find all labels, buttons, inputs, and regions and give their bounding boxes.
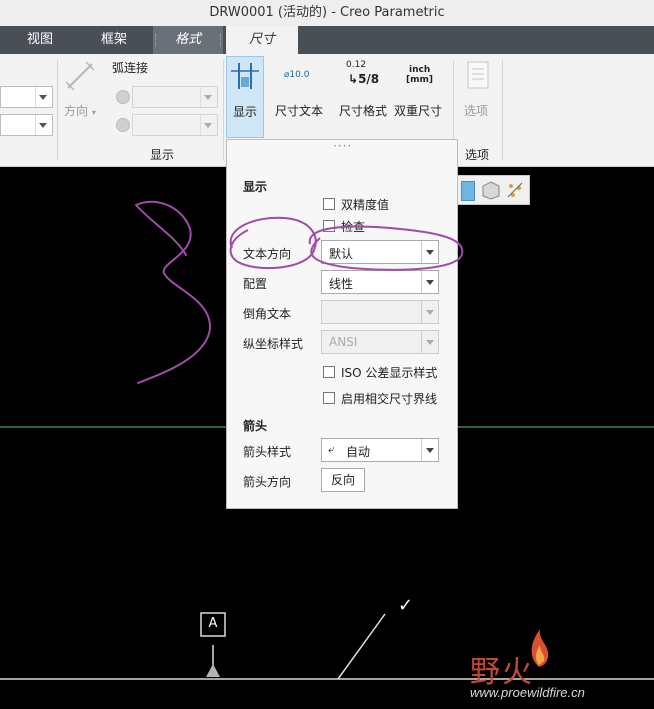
dim-format-icon: ↳5/8: [348, 72, 380, 86]
options-button[interactable]: 选项: [458, 56, 498, 138]
direction-button[interactable]: 方向 ▾: [64, 102, 96, 119]
inspection-label: 检查: [341, 220, 366, 234]
direction-icon: [65, 61, 95, 91]
display-section-header: 显示: [243, 180, 268, 194]
text-orientation-dropdown[interactable]: 默认: [321, 240, 439, 264]
flame-icon: [531, 629, 549, 667]
chevron-down-icon: ▾: [91, 108, 96, 117]
options-label: 选项: [464, 104, 489, 118]
dual-dim-icon-top: inch: [409, 65, 431, 75]
inspection-checkbox[interactable]: [323, 220, 335, 232]
dim-format-fraction: 5/8: [358, 72, 380, 86]
intersect-ext-label: 启用相交尺寸界线: [341, 392, 438, 406]
arc-dropdown-1[interactable]: [132, 86, 218, 108]
watermark-url: www.proewildfire.cn: [470, 685, 585, 700]
placement-value: 线性: [329, 277, 354, 291]
ordinate-style-dropdown[interactable]: ANSI: [321, 330, 439, 354]
arc-radio-2[interactable]: [116, 118, 130, 132]
options-group-label: 选项: [465, 148, 490, 162]
chamfer-text-label: 倒角文本: [243, 307, 292, 321]
double-precision-label: 双精度值: [341, 198, 390, 212]
tab-dimension[interactable]: 尺寸: [226, 26, 298, 54]
tab-separator: [155, 34, 157, 46]
text-orientation-value: 默认: [329, 247, 354, 261]
ordinate-style-label: 纵坐标样式: [243, 337, 304, 351]
dual-dim-icon-bottom: [mm]: [406, 75, 433, 85]
ordinate-style-value: ANSI: [329, 335, 358, 349]
tab-frame[interactable]: 框架: [84, 26, 144, 54]
arc-dropdown-2[interactable]: [132, 114, 218, 136]
tab-separator: [220, 34, 222, 46]
arc-radio-1[interactable]: [116, 90, 130, 104]
ribbon-tab-strip: 视图 框架 格式 尺寸: [0, 26, 654, 54]
panel-drag-handle[interactable]: ····: [333, 139, 352, 153]
mini-view-toolbar: [456, 175, 530, 205]
tab-view[interactable]: 视图: [10, 26, 70, 54]
arrow-style-icon: ⤶: [328, 442, 335, 456]
dim-format-icon-top: 0.12: [346, 60, 367, 70]
placement-label: 配置: [243, 277, 268, 291]
arrows-section-header: 箭头: [243, 419, 268, 433]
options-icon: [467, 61, 489, 89]
iso-tolerance-label: ISO 公差显示样式: [341, 366, 438, 380]
datum-triangle-icon: [206, 664, 220, 677]
direction-label: 方向: [64, 104, 89, 118]
placement-dropdown[interactable]: 线性: [321, 270, 439, 294]
arrow-style-dropdown[interactable]: ⤶ 自动: [321, 438, 439, 462]
text-orientation-label: 文本方向: [243, 247, 292, 261]
double-precision-checkbox[interactable]: [323, 198, 335, 210]
ribbon-dropdown-1[interactable]: [0, 86, 53, 108]
intersect-ext-checkbox[interactable]: [323, 392, 335, 404]
dim-format-label: 尺寸格式: [339, 104, 388, 118]
slanted-line: [337, 613, 386, 680]
dim-format-button[interactable]: 0.12 ↳5/8 尺寸格式: [336, 56, 390, 138]
window-title-bar: DRW0001 (活动的) - Creo Parametric: [0, 0, 654, 26]
arrow-style-label: 箭头样式: [243, 445, 292, 459]
datum-label: A: [208, 616, 218, 631]
ribbon-separator: [57, 60, 58, 160]
dual-dim-button[interactable]: inch [mm] 双重尺寸: [392, 56, 446, 138]
check-mark: ✓: [398, 595, 414, 616]
ribbon-separator: [223, 60, 224, 160]
dim-text-button[interactable]: ⌀10.0 尺寸文本: [270, 56, 330, 138]
ribbon-separator: [502, 60, 503, 160]
ribbon-dropdown-2[interactable]: [0, 114, 53, 136]
display-button[interactable]: 显示: [226, 56, 264, 138]
flip-arrow-button[interactable]: 反向: [321, 468, 365, 492]
display-group-label: 显示: [150, 148, 175, 162]
window-title: DRW0001 (活动的) - Creo Parametric: [209, 5, 445, 20]
tab-format[interactable]: 格式: [153, 26, 223, 54]
dual-dim-label: 双重尺寸: [394, 104, 443, 118]
chamfer-text-dropdown[interactable]: [321, 300, 439, 324]
display-panel: ···· 显示 双精度值 检查 文本方向 默认 配置 线性 倒角文本 纵坐标样式…: [226, 139, 458, 509]
arc-connect-label: 弧连接: [112, 61, 149, 75]
datum-display-icon[interactable]: [505, 180, 525, 200]
display-icon: [231, 63, 259, 89]
view-cube-icon[interactable]: [461, 181, 475, 201]
display-style-icon[interactable]: [481, 180, 501, 200]
arrow-style-value: 自动: [346, 445, 371, 459]
dim-text-label: 尺寸文本: [275, 104, 324, 118]
iso-tolerance-checkbox[interactable]: [323, 366, 335, 378]
handwritten-annotation: [135, 200, 212, 384]
display-label: 显示: [233, 105, 258, 119]
arrow-direction-label: 箭头方向: [243, 475, 292, 489]
dim-text-icon: ⌀10.0: [284, 70, 310, 80]
